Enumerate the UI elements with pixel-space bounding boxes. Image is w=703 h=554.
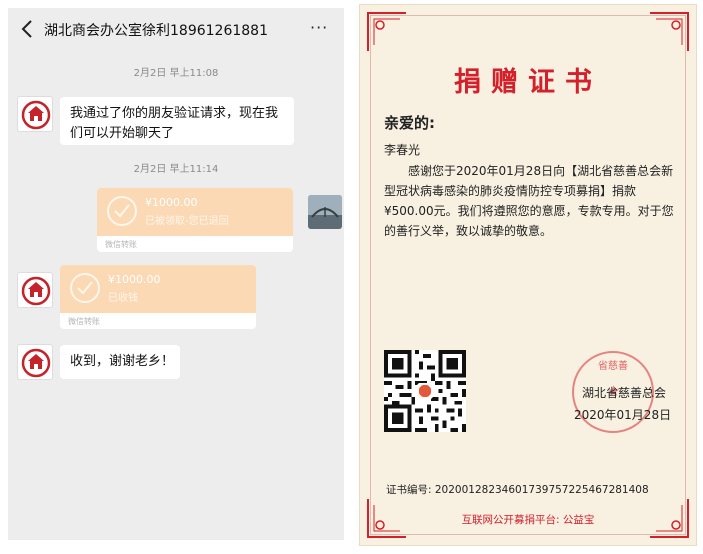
transfer-card-incoming[interactable]: ¥1000.00 已收钱 微信转账 [60, 265, 256, 329]
certificate-issuer: 湖北省慈善总会 [582, 386, 667, 400]
transfer-footer: 微信转账 [105, 240, 137, 249]
user-avatar[interactable] [308, 195, 342, 229]
message-text: 我通过了你的朋友验证请求，现在我们可以开始聊天了 [70, 106, 279, 141]
transfer-status: 已收钱 [108, 293, 138, 304]
message-bubble[interactable]: 收到，谢谢老乡！ [60, 345, 180, 379]
transfer-amount: ¥1000.00 [108, 273, 161, 286]
message-text: 收到，谢谢老乡！ [70, 354, 175, 369]
chat-screen: 湖北商会办公室徐利18961261881 ··· 2月2日 早上11:08 我通… [8, 8, 344, 540]
transfer-amount: ¥1000.00 [145, 196, 198, 209]
association-logo-icon[interactable] [17, 96, 53, 132]
certificate-platform: 互联网公开募捐平台: 公益宝 [461, 514, 595, 526]
chat-header: 湖北商会办公室徐利18961261881 ··· [8, 8, 344, 50]
stamp-text: 省慈善 [598, 361, 628, 372]
back-arrow-icon[interactable] [18, 18, 38, 40]
transfer-card-body: ¥1000.00 已收钱 [60, 265, 256, 313]
certificate-title: 捐赠证书 [454, 67, 602, 98]
qr-code-icon[interactable] [384, 350, 466, 432]
certificate-date: 2020年01月28日 [574, 408, 672, 422]
association-logo-icon[interactable] [17, 272, 53, 308]
certificate-recipient: 李春光 [384, 143, 421, 157]
transfer-card-outgoing[interactable]: ¥1000.00 已被领取-您已退回 微信转账 [97, 188, 293, 252]
association-logo-icon[interactable] [17, 344, 53, 380]
message-timestamp: 2月2日 早上11:14 [133, 164, 219, 175]
message-bubble[interactable]: 我通过了你的朋友验证请求，现在我们可以开始聊天了 [60, 97, 294, 145]
certificate-body: 感谢您于2020年01月28日向【湖北省慈善总会新型冠状病毒感染的肺炎疫情防控专… [384, 164, 674, 238]
more-dots-icon[interactable]: ··· [310, 18, 332, 38]
corner-ornament [650, 12, 689, 51]
message-timestamp: 2月2日 早上11:08 [133, 68, 219, 79]
transfer-card-body: ¥1000.00 已被领取-您已退回 [97, 188, 293, 236]
corner-ornament [367, 12, 406, 51]
check-circle-icon [107, 196, 137, 226]
transfer-footer: 微信转账 [68, 317, 100, 326]
certificate-number: 证书编号: 20200128234601739757225467281408 [386, 484, 649, 496]
check-circle-icon [70, 273, 100, 303]
transfer-status: 已被领取-您已退回 [145, 216, 229, 227]
donation-certificate: 捐赠证书 亲爱的: 李春光 感谢您于2020年01月28日向【湖北省慈善总会新型… [359, 4, 697, 546]
chat-title: 湖北商会办公室徐利18961261881 [44, 23, 268, 39]
certificate-salutation: 亲爱的: [384, 114, 435, 132]
